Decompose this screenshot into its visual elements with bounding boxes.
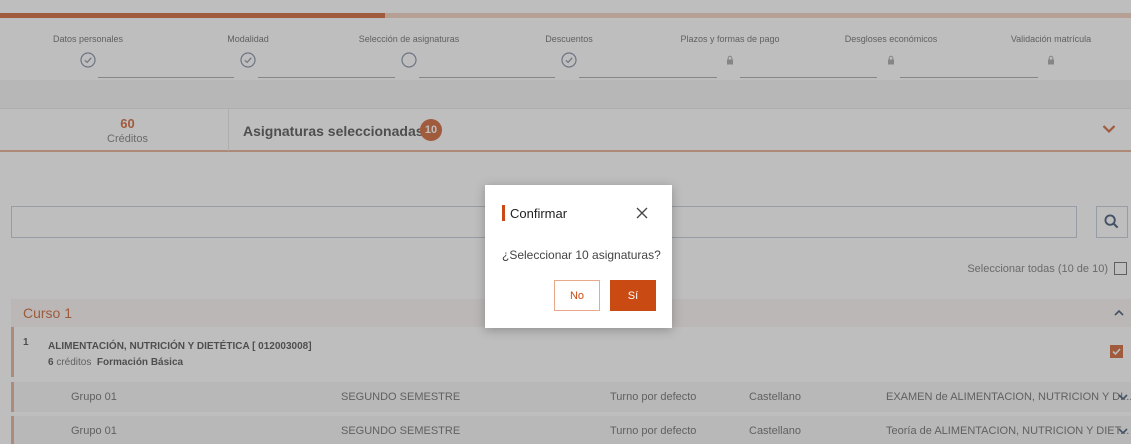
confirm-dialog: Confirmar ¿Seleccionar 10 asignaturas? N… (485, 185, 672, 328)
no-button[interactable]: No (554, 280, 600, 311)
dialog-message: ¿Seleccionar 10 asignaturas? (502, 248, 661, 262)
close-icon[interactable] (635, 206, 649, 220)
title-accent (502, 205, 505, 221)
yes-button[interactable]: Sí (610, 280, 656, 311)
dialog-title: Confirmar (510, 206, 568, 221)
